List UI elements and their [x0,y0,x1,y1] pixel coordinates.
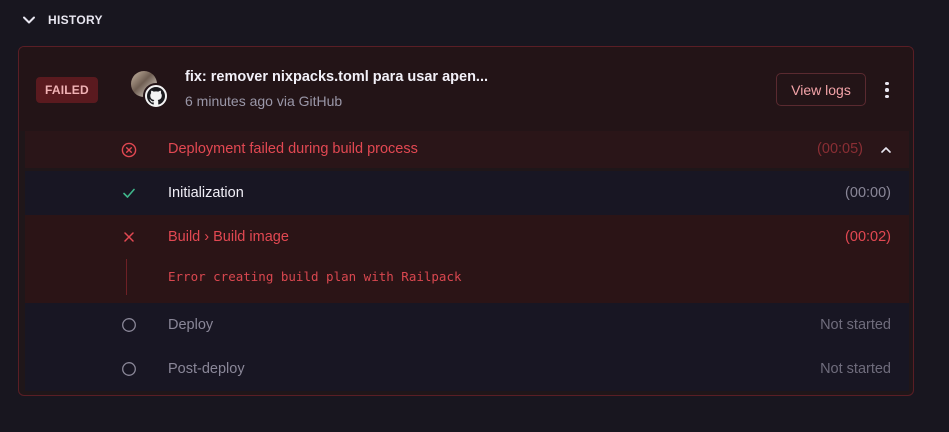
step-row-post-deploy[interactable]: Post-deploy Not started [25,347,909,391]
error-circle-icon [121,142,137,158]
step-label: Initialization [168,185,244,201]
step-row-deploy[interactable]: Deploy Not started [25,303,909,347]
commit-title: fix: remover nixpacks.toml para usar ape… [185,69,489,85]
chevron-up-icon[interactable] [879,143,893,157]
pending-circle-icon [121,317,137,333]
summary-time: (00:05) [817,141,863,157]
step-row-initialization[interactable]: Initialization (00:00) [25,171,909,215]
build-error-message: Error creating build plan with Railpack [168,269,462,284]
github-icon [143,83,169,109]
chevron-down-icon [22,13,36,27]
step-time: Not started [820,361,891,377]
step-label: Build › Build image [168,229,289,245]
error-indent-line [126,259,127,295]
failure-summary-row[interactable]: Deployment failed during build process (… [25,131,909,168]
step-time: (00:02) [845,229,891,245]
view-logs-button[interactable]: View logs [776,73,866,106]
commit-meta: 6 minutes ago via GitHub [185,93,343,109]
step-label: Deploy [168,317,214,333]
step-time: Not started [820,317,891,333]
step-row-build[interactable]: Build › Build image (00:02) Error creati… [25,215,909,303]
x-icon [121,229,137,245]
check-icon [121,185,137,201]
summary-label: Deployment failed during build process [168,141,418,157]
status-badge: FAILED [36,77,98,103]
history-title: HISTORY [48,13,103,27]
pending-circle-icon [121,361,137,377]
more-vertical-icon[interactable] [879,78,895,102]
history-toggle[interactable]: HISTORY [22,10,103,30]
commit-avatar [131,71,171,111]
step-label: Post-deploy [168,361,245,377]
deployment-header[interactable]: FAILED fix: remover nixpacks.toml para u… [19,47,913,131]
deployment-card: FAILED fix: remover nixpacks.toml para u… [18,46,914,396]
step-time: (00:00) [845,185,891,201]
